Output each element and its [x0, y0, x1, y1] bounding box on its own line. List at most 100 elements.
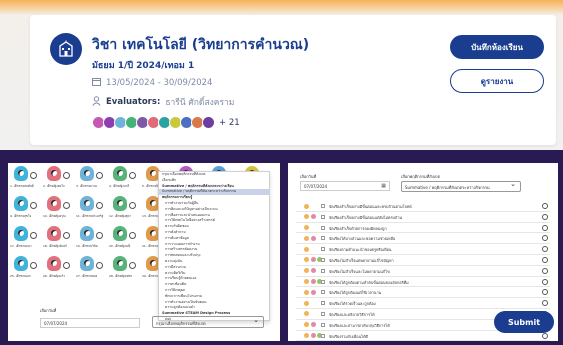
row-radio[interactable] [542, 203, 548, 209]
record-class-button[interactable]: บันทึกห้องเรียน [450, 35, 544, 59]
student-radio[interactable] [30, 202, 37, 209]
student-cell[interactable]: 2. เด็กหญิงสมใจ [43, 165, 76, 191]
student-dot-icon [304, 203, 309, 209]
student-cell[interactable]: 25. เด็กชายเอก [10, 255, 43, 281]
row-checkbox[interactable] [321, 279, 325, 284]
student-radio[interactable] [96, 232, 103, 239]
behavior-row[interactable]: จัดเรียงไม่สำเร็จแต่พยายามแก้ไขปัญหา [296, 255, 550, 266]
row-checkbox[interactable] [321, 311, 325, 316]
row-checkbox[interactable] [321, 204, 325, 208]
selected-students [304, 300, 309, 306]
student-cell[interactable]: 28. เด็กหญิงเพชร [109, 255, 142, 281]
student-radio[interactable] [63, 232, 70, 239]
student-dot-icon [304, 246, 309, 252]
row-checkbox[interactable] [321, 301, 325, 306]
student-radio[interactable] [129, 172, 136, 179]
student-radio[interactable] [30, 172, 37, 179]
date-label-left: เลือกวันที่ [40, 308, 57, 313]
row-checkbox[interactable] [321, 333, 325, 338]
date-field-right[interactable]: 07/07/2024 [300, 181, 390, 191]
student-cell[interactable]: 26. เด็กหญิงแก้ว [43, 255, 76, 281]
student-radio[interactable] [129, 262, 136, 269]
row-checkbox[interactable] [321, 322, 325, 327]
behavior-dropdown-list[interactable]: กรุณาเลือกพฤติกรรมที่สังเกต เลือกแท็ก Summ… [158, 171, 270, 321]
school-icon [50, 33, 82, 65]
student-radio[interactable] [129, 202, 136, 209]
student-radio[interactable] [63, 262, 70, 269]
student-cell[interactable]: 9. เด็กชายสุขใจ [10, 195, 43, 221]
student-radio[interactable] [96, 202, 103, 209]
student-dot-icon [310, 268, 316, 274]
row-radio[interactable] [542, 289, 548, 296]
behavior-select-right[interactable]: Summative / พฤติกรรมที่สังเกตระหว่างกิจก… [401, 180, 521, 192]
student-cell[interactable]: 18. เด็กหญิงจันทร์ [43, 225, 76, 251]
student-dot-icon [304, 214, 309, 220]
row-checkbox[interactable] [321, 214, 325, 219]
student-dot-icon [310, 322, 316, 328]
behavior-row[interactable]: จัดเรียงได้รวดเร็วและถูกต้อง [296, 298, 550, 309]
monster-avatar-icon [80, 196, 94, 211]
row-checkbox[interactable] [321, 225, 325, 230]
student-radio[interactable] [63, 172, 70, 179]
student-avatars[interactable]: + 21 [92, 116, 240, 129]
student-name: 26. เด็กหญิงแก้ว [43, 274, 65, 278]
student-cell[interactable]: 19. เด็กชายวิชัย [76, 225, 109, 251]
behavior-text: จัดเรียงและอธิบายวิธีการได้ [329, 311, 375, 317]
date-field-left[interactable]: 07/07/2024 [40, 318, 140, 328]
student-dot-icon [304, 235, 309, 241]
student-cell[interactable]: 3. เด็กชายมานะ [76, 165, 109, 191]
row-radio[interactable] [542, 256, 548, 263]
row-radio[interactable] [542, 278, 548, 285]
student-dot-icon [310, 257, 316, 263]
row-radio[interactable] [542, 300, 548, 307]
behavior-select-left[interactable]: กรุณาเลือกพฤติกรรมที่สังเกต [152, 316, 264, 328]
student-radio[interactable] [30, 262, 37, 269]
student-radio[interactable] [129, 232, 136, 239]
monster-avatar-icon [80, 256, 94, 271]
row-checkbox[interactable] [321, 290, 325, 295]
behavior-row[interactable]: จัดเรียงสำเร็จอย่างมีขั้นตอนแต่ยังไม่ครบ… [296, 212, 550, 223]
behavior-row[interactable]: จัดเรียงได้บางส่วนและขอความช่วยเหลือ [296, 233, 550, 245]
student-cell[interactable]: 11. เด็กชายประเสริฐ [76, 195, 109, 221]
row-radio[interactable] [542, 224, 548, 231]
behavior-row[interactable]: จัดเรียงตามคำแนะนำของครูหรือเพื่อน [296, 244, 550, 255]
behavior-text: จัดเรียงได้ถูกต้องแต่ใช้เวลานาน [329, 290, 382, 296]
row-radio[interactable] [542, 332, 548, 339]
student-radio[interactable] [96, 262, 103, 269]
behavior-row[interactable]: จัดเรียงได้ถูกต้องตามลำดับขั้นตอนของอัลก… [296, 277, 550, 288]
student-cell[interactable]: 27. เด็กชายทอง [76, 255, 109, 281]
row-radio[interactable] [542, 213, 548, 220]
view-report-button[interactable]: ดูรายงาน [450, 69, 544, 93]
student-dot-icon [310, 279, 316, 285]
row-radio[interactable] [542, 235, 548, 242]
row-checkbox[interactable] [321, 236, 325, 241]
student-radio[interactable] [96, 172, 103, 179]
monster-avatar-icon [47, 226, 61, 241]
evaluators-label: Evaluators: [106, 97, 161, 107]
course-dates: 13/05/2024 - 30/09/2024 [92, 77, 212, 89]
row-radio[interactable] [542, 246, 548, 253]
student-radio[interactable] [63, 202, 70, 209]
student-cell[interactable]: 12. เด็กหญิงสุดา [109, 195, 142, 221]
calendar-icon [92, 77, 101, 89]
row-checkbox[interactable] [321, 247, 325, 252]
row-checkbox[interactable] [321, 268, 325, 273]
behavior-row[interactable]: จัดเรียงไม่สำเร็จและไม่พยายามแก้ไข [296, 266, 550, 277]
student-cell[interactable]: 4. เด็กหญิงมาลี [109, 165, 142, 191]
student-radio[interactable] [30, 232, 37, 239]
student-dot-icon [304, 279, 309, 285]
behavior-row[interactable]: จัดเรียงสำเร็จด้วยการลองผิดลองถูก [296, 223, 550, 234]
behavior-text: จัดเรียงสำเร็จอย่างมีขั้นตอนแต่ยังไม่ครบ… [329, 214, 403, 220]
row-checkbox[interactable] [321, 257, 325, 262]
behavior-row[interactable]: จัดเรียงได้ถูกต้องแต่ใช้เวลานาน [296, 287, 550, 299]
selected-students [304, 289, 316, 295]
student-cell[interactable]: 17. เด็กชายธนา [10, 225, 43, 251]
selected-students [304, 235, 316, 241]
student-name: 1. เด็กชายสมศักดิ์ [10, 184, 34, 188]
student-cell[interactable]: 20. เด็กหญิงมณี [109, 225, 142, 251]
row-radio[interactable] [542, 267, 548, 274]
student-cell[interactable]: 10. เด็กหญิงอรุณ [43, 195, 76, 221]
submit-button[interactable]: Submit [494, 311, 554, 333]
student-cell[interactable]: 1. เด็กชายสมศักดิ์ [10, 165, 43, 191]
behavior-row[interactable]: จัดเรียงสำเร็จอย่างมีขั้นตอนและครบถ้วนตา… [296, 201, 550, 212]
